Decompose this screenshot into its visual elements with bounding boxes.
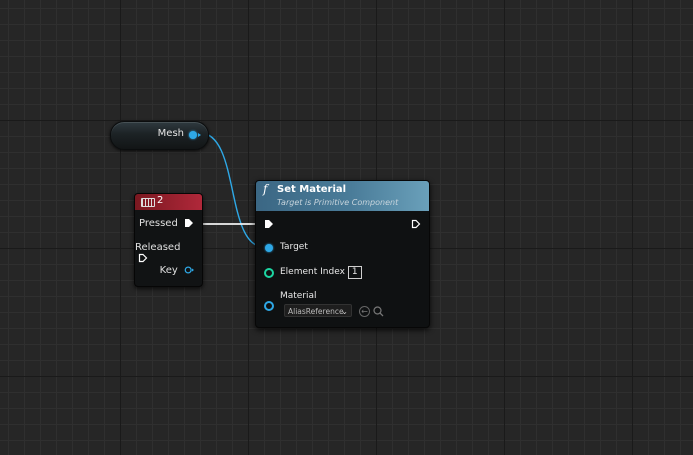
key-event-node[interactable]: 2 Pressed Released Key (134, 193, 203, 287)
element-index-row: Element Index 1 (280, 266, 362, 279)
set-material-title: Set Material (277, 184, 347, 195)
key-event-header[interactable]: 2 (135, 194, 202, 210)
material-asset-dropdown[interactable]: AliasReference ⌄ (284, 304, 352, 317)
released-exec-pin-icon[interactable] (138, 253, 148, 263)
key-struct-pin-icon[interactable] (184, 265, 194, 275)
set-material-header[interactable]: f Set Material Target is Primitive Compo… (256, 181, 429, 211)
element-index-pin[interactable] (264, 268, 274, 278)
element-index-input[interactable]: 1 (347, 266, 362, 279)
chevron-down-icon: ⌄ (341, 307, 348, 316)
key-event-title: 2 (157, 195, 164, 206)
keyboard-icon (141, 198, 155, 207)
material-pin[interactable] (264, 301, 274, 311)
mesh-variable-node[interactable]: Mesh (110, 121, 209, 150)
use-selected-asset-icon[interactable]: ← (359, 306, 370, 317)
pressed-pin-row: Pressed (139, 218, 194, 229)
key-pin-row: Key (160, 265, 194, 276)
set-material-subtitle: Target is Primitive Component (277, 198, 399, 207)
pressed-label: Pressed (138, 218, 178, 229)
target-pin[interactable] (265, 244, 273, 252)
set-material-node[interactable]: f Set Material Target is Primitive Compo… (255, 180, 430, 328)
pressed-exec-pin-icon[interactable] (184, 218, 194, 228)
exec-in-pin-icon[interactable] (264, 219, 274, 229)
material-label: Material (280, 291, 317, 301)
function-icon: f (263, 182, 268, 196)
mesh-label: Mesh (157, 128, 184, 139)
key-label: Key (159, 265, 178, 276)
element-index-label: Element Index (280, 267, 345, 277)
material-dropdown-value: AliasReference (288, 307, 344, 316)
blueprint-graph-canvas[interactable]: Mesh 2 Pressed Released Key f Set Materi… (0, 0, 693, 455)
released-label: Released (135, 242, 181, 253)
released-pin-row: Released (135, 242, 194, 264)
target-label: Target (280, 242, 308, 252)
mesh-output-pin[interactable] (189, 131, 201, 139)
exec-out-pin-icon[interactable] (411, 219, 421, 229)
browse-search-icon[interactable] (373, 306, 384, 317)
